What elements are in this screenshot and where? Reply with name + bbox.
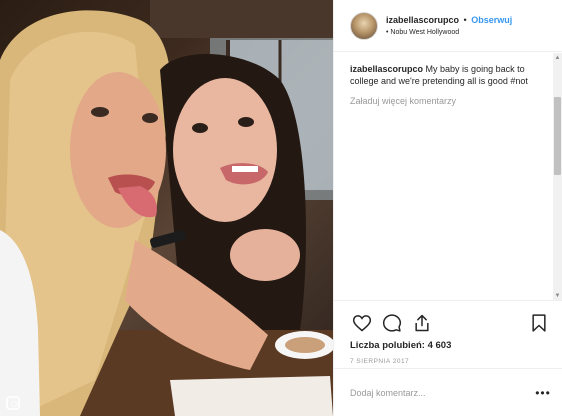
post-header: izabellascorupco • Obserwuj • Nobu West … xyxy=(334,0,562,52)
scrollbar-thumb[interactable] xyxy=(554,97,561,175)
post-caption: izabellascorupco My baby is going back t… xyxy=(350,63,542,87)
follow-button[interactable]: Obserwuj xyxy=(471,15,512,25)
comment-input[interactable] xyxy=(350,387,535,398)
add-comment-bar: ••• xyxy=(334,368,562,416)
share-icon xyxy=(415,314,429,332)
post-side-panel: izabellascorupco • Obserwuj • Nobu West … xyxy=(333,0,562,416)
location-row: • Nobu West Hollywood xyxy=(386,27,512,38)
load-more-comments-link[interactable]: Załaduj więcej komentarzy xyxy=(350,95,542,107)
location-link[interactable]: Nobu West Hollywood xyxy=(390,29,459,36)
scroll-down-arrow-icon[interactable]: ▼ xyxy=(553,291,562,300)
header-user-row: izabellascorupco • Obserwuj xyxy=(386,14,512,26)
like-button[interactable] xyxy=(350,311,374,335)
more-options-icon[interactable]: ••• xyxy=(535,385,551,401)
separator-dot: • xyxy=(463,14,467,25)
header-text: izabellascorupco • Obserwuj • Nobu West … xyxy=(386,14,512,38)
post-actions: Liczba polubień: 4 603 7 SIERPNIA 2017 xyxy=(334,300,562,368)
share-button[interactable] xyxy=(410,311,434,335)
caption-username-link[interactable]: izabellascorupco xyxy=(350,64,423,74)
instagram-post-modal: izabellascorupco • Obserwuj • Nobu West … xyxy=(0,0,562,416)
comment-button[interactable] xyxy=(380,311,404,335)
scroll-up-arrow-icon[interactable]: ▲ xyxy=(553,53,562,62)
post-photo-image xyxy=(0,0,333,416)
avatar[interactable] xyxy=(350,11,378,40)
likes-count[interactable]: Liczba polubień: 4 603 xyxy=(350,339,551,353)
location-dot: • xyxy=(386,28,389,36)
post-timestamp[interactable]: 7 SIERPNIA 2017 xyxy=(350,357,551,367)
post-photo[interactable] xyxy=(0,0,333,416)
bookmark-icon xyxy=(532,314,546,332)
save-button[interactable] xyxy=(527,311,551,335)
action-icon-row xyxy=(350,311,551,335)
comments-section: izabellascorupco My baby is going back t… xyxy=(334,53,554,300)
heart-icon xyxy=(352,315,372,332)
username-link[interactable]: izabellascorupco xyxy=(386,15,459,25)
gallery-corner-icon xyxy=(6,396,20,410)
comment-icon xyxy=(382,314,402,332)
comments-scrollbar[interactable]: ▲ ▼ xyxy=(553,53,562,300)
